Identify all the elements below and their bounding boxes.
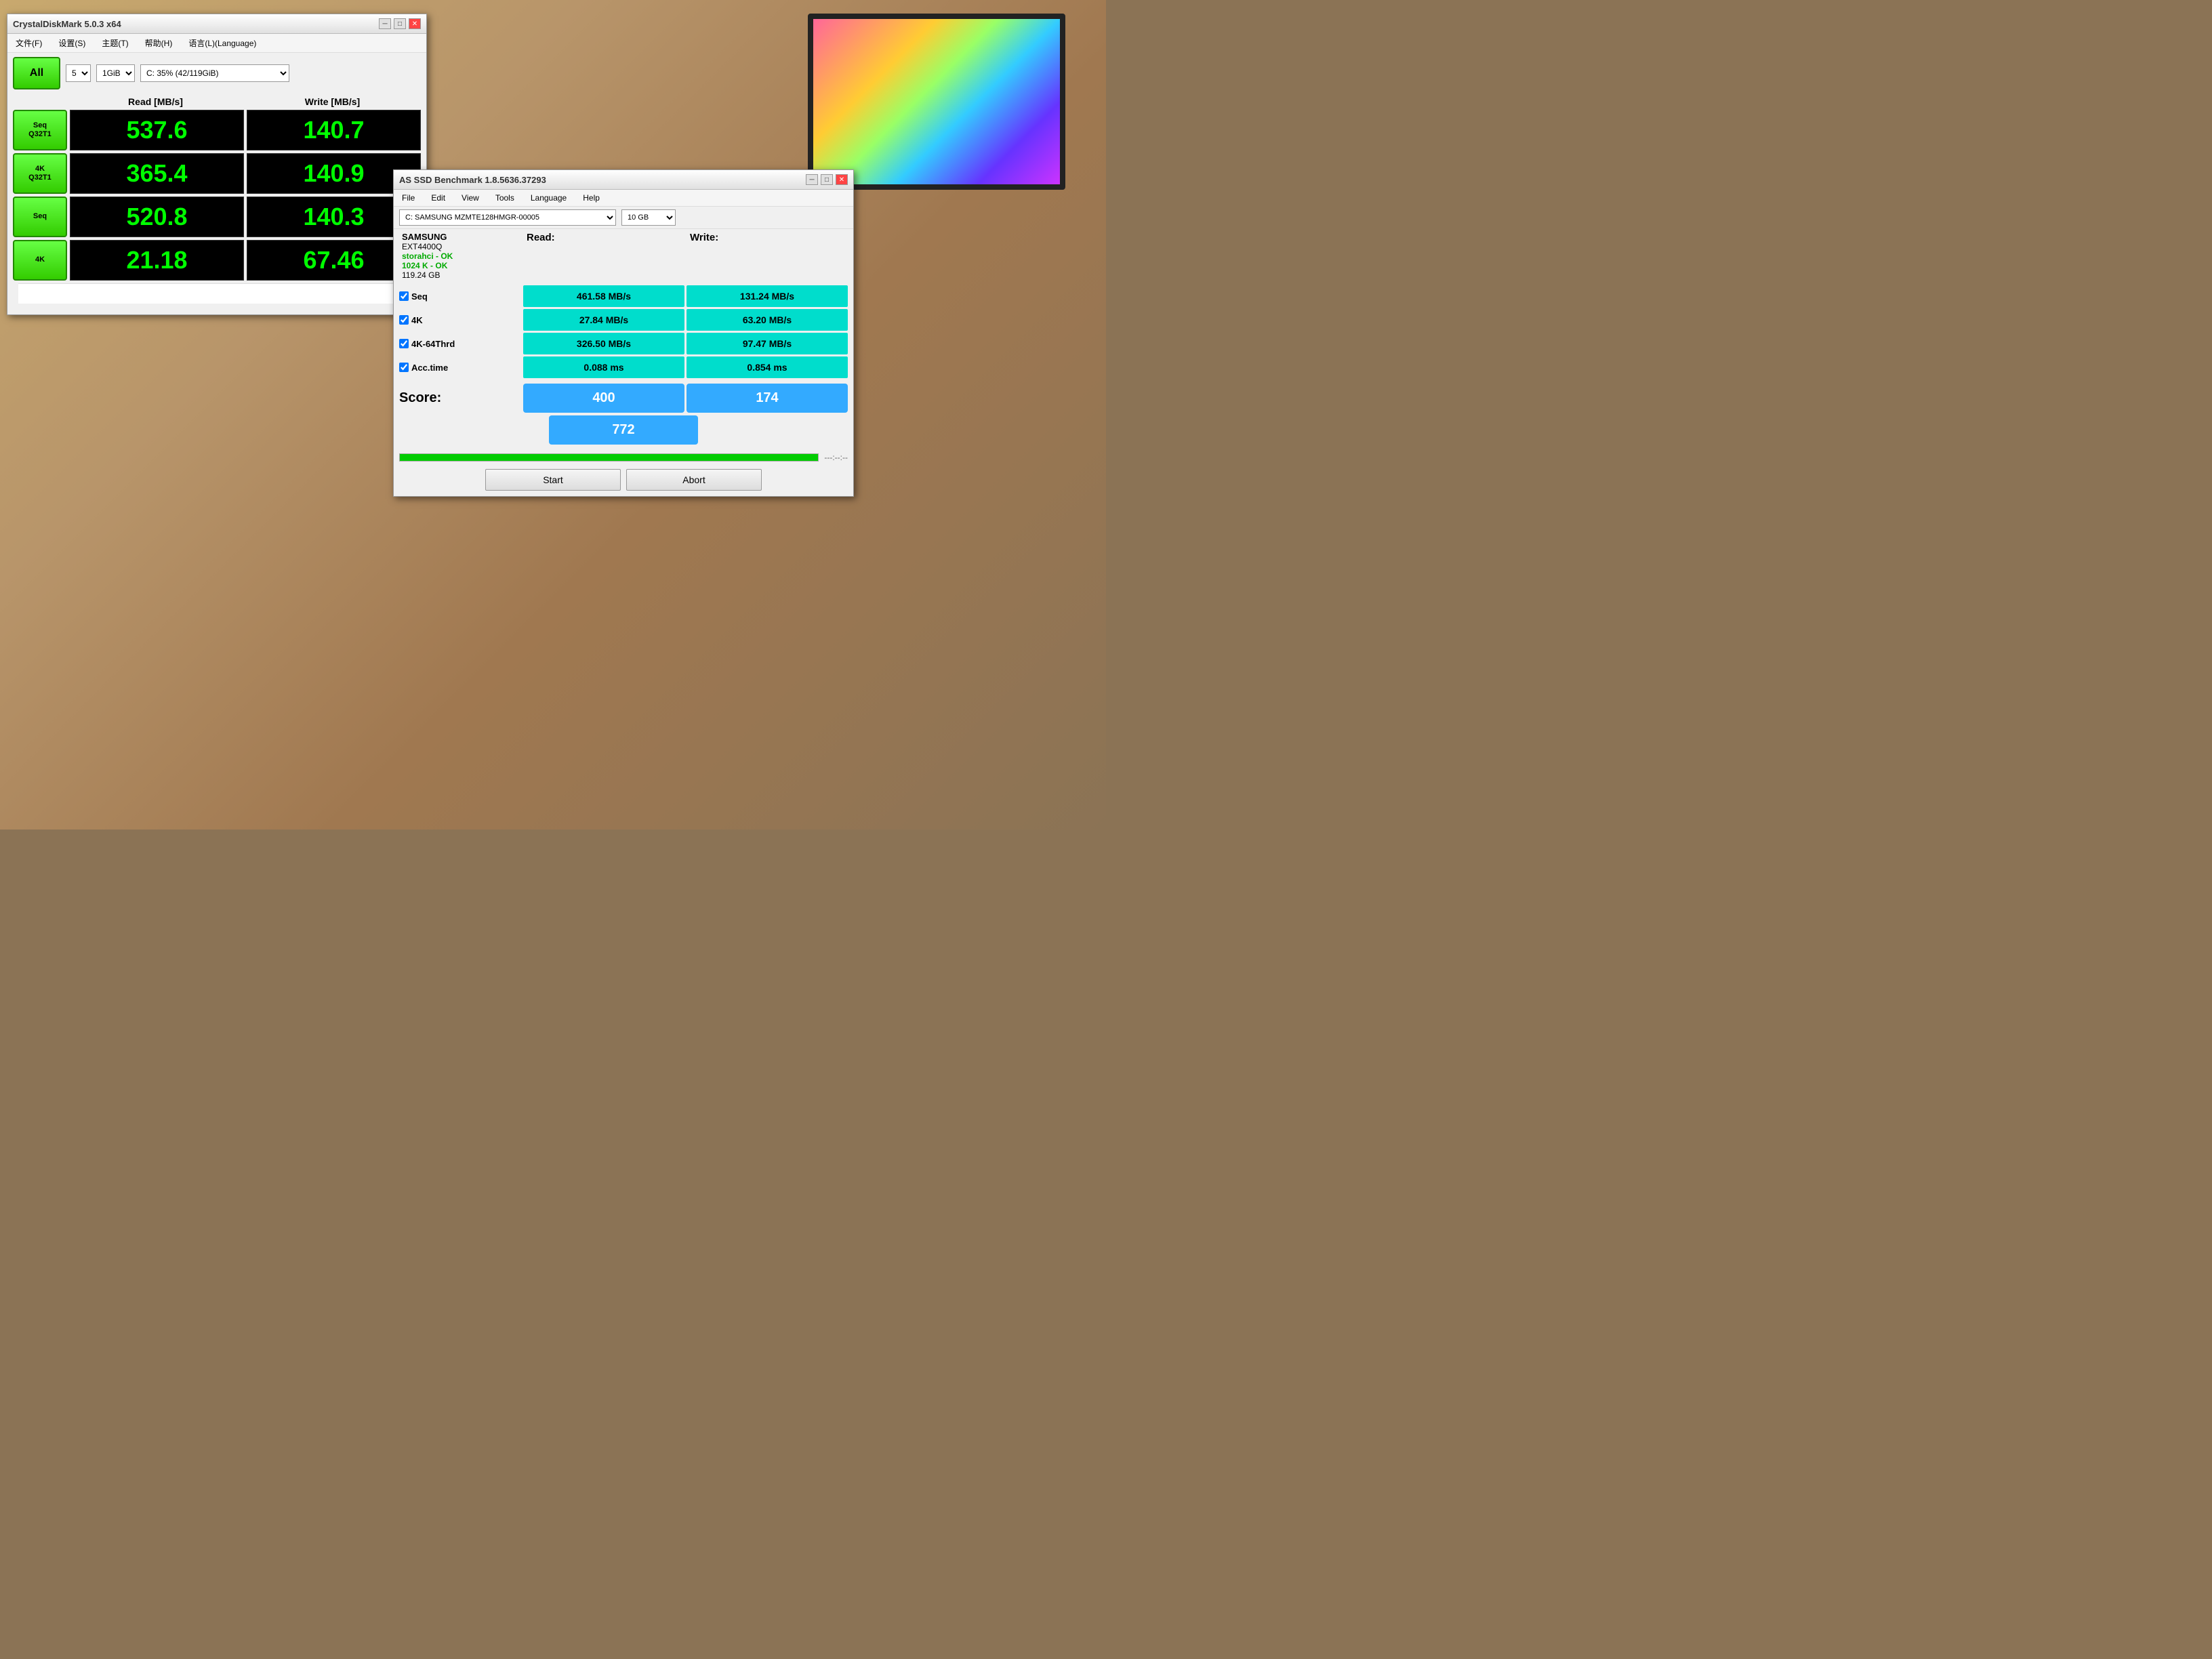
cdm-row-4k-q32t1: 4KQ32T1 365.4 140.9 <box>13 153 421 194</box>
cdm-4k-label[interactable]: 4K <box>13 240 67 281</box>
asssd-start-button[interactable]: Start <box>485 469 621 491</box>
asssd-window: AS SSD Benchmark 1.8.5636.37293 ─ □ ✕ Fi… <box>393 169 854 497</box>
asssd-bench-grid: Seq 461.58 MB/s 131.24 MB/s 4K 27.84 MB/… <box>394 285 853 384</box>
cdm-row-seq-q32t1: SeqQ32T1 537.6 140.7 <box>13 110 421 150</box>
asssd-acctime-label: Acc.time <box>399 356 521 378</box>
asssd-write-header: Write: <box>684 229 848 283</box>
cdm-results: Read [MB/s] Write [MB/s] SeqQ32T1 537.6 … <box>7 94 426 314</box>
cdm-size-select[interactable]: 1GiB <box>96 64 135 82</box>
asssd-device-model: EXT4400Q <box>402 242 518 251</box>
cdm-menu-help[interactable]: 帮助(H) <box>142 36 176 50</box>
cdm-maximize-button[interactable]: □ <box>394 18 406 29</box>
asssd-toolbar: C: SAMSUNG MZMTE128HMGR-00005 10 GB <box>394 207 853 229</box>
cdm-seq-label[interactable]: Seq <box>13 197 67 237</box>
asssd-score-row: Score: 400 174 <box>394 384 853 415</box>
asssd-progress-bar-fill <box>400 454 818 461</box>
asssd-progress-area: ---:--:-- <box>394 450 853 465</box>
asssd-maximize-button[interactable]: □ <box>821 174 833 185</box>
cdm-seq-q32t1-read: 537.6 <box>70 110 244 150</box>
asssd-progress-bar-container <box>399 453 819 462</box>
asssd-acctime-read: 0.088 ms <box>523 356 684 378</box>
asssd-window-controls: ─ □ ✕ <box>806 174 848 185</box>
cdm-titlebar: CrystalDiskMark 5.0.3 x64 ─ □ ✕ <box>7 14 426 34</box>
cdm-4k-q32t1-label[interactable]: 4KQ32T1 <box>13 153 67 194</box>
asssd-menu-help[interactable]: Help <box>580 192 602 204</box>
asssd-score-write: 174 <box>687 384 848 413</box>
asssd-total-row: 772 <box>394 415 853 450</box>
cdm-menu-settings[interactable]: 设置(S) <box>56 36 88 50</box>
asssd-info-top: SAMSUNG EXT4400Q storahci - OK 1024 K - … <box>394 229 853 285</box>
asssd-device-size: 119.24 GB <box>402 270 518 280</box>
laptop-screen-background <box>808 14 1065 190</box>
asssd-4k-checkbox[interactable] <box>399 315 409 325</box>
asssd-abort-button[interactable]: Abort <box>626 469 762 491</box>
cdm-menubar: 文件(F) 设置(S) 主题(T) 帮助(H) 语言(L)(Language) <box>7 34 426 53</box>
asssd-4k-read: 27.84 MB/s <box>523 309 684 331</box>
asssd-menu-file[interactable]: File <box>399 192 417 204</box>
asssd-score-read: 400 <box>523 384 684 413</box>
asssd-menu-edit[interactable]: Edit <box>428 192 448 204</box>
cdm-menu-theme[interactable]: 主题(T) <box>99 36 131 50</box>
asssd-cache-status: 1024 K - OK <box>402 261 518 270</box>
cdm-seq-q32t1-write: 140.7 <box>247 110 421 150</box>
asssd-time-display: ---:--:-- <box>824 453 848 462</box>
asssd-minimize-button[interactable]: ─ <box>806 174 818 185</box>
asssd-device-name: SAMSUNG <box>402 232 518 242</box>
cdm-count-select[interactable]: 5 <box>66 64 91 82</box>
asssd-device-info: SAMSUNG EXT4400Q storahci - OK 1024 K - … <box>399 229 521 283</box>
cdm-4k-read: 21.18 <box>70 240 244 281</box>
asssd-score-total: 772 <box>549 415 698 445</box>
cdm-row-seq: Seq 520.8 140.3 <box>13 197 421 237</box>
asssd-seq-label: Seq <box>399 285 521 307</box>
asssd-seq-checkbox[interactable] <box>399 291 409 301</box>
asssd-menu-view[interactable]: View <box>459 192 482 204</box>
cdm-title: CrystalDiskMark 5.0.3 x64 <box>13 19 121 29</box>
asssd-close-button[interactable]: ✕ <box>836 174 848 185</box>
asssd-titlebar: AS SSD Benchmark 1.8.5636.37293 ─ □ ✕ <box>394 170 853 190</box>
asssd-4k64thrd-read: 326.50 MB/s <box>523 333 684 354</box>
cdm-header-row: Read [MB/s] Write [MB/s] <box>13 96 421 107</box>
cdm-seq-read: 520.8 <box>70 197 244 237</box>
cdm-window-controls: ─ □ ✕ <box>379 18 421 29</box>
asssd-seq-read: 461.58 MB/s <box>523 285 684 307</box>
asssd-4k64thrd-write: 97.47 MB/s <box>687 333 848 354</box>
asssd-buttons: Start Abort <box>394 465 853 496</box>
cdm-bottom-area <box>18 283 415 304</box>
asssd-4k64thrd-checkbox[interactable] <box>399 339 409 348</box>
asssd-menubar: File Edit View Tools Language Help <box>394 190 853 207</box>
asssd-score-label: Score: <box>399 390 521 406</box>
asssd-acctime-checkbox[interactable] <box>399 363 409 372</box>
cdm-row-4k: 4K 21.18 67.46 <box>13 240 421 281</box>
asssd-acctime-write: 0.854 ms <box>687 356 848 378</box>
cdm-menu-language[interactable]: 语言(L)(Language) <box>186 36 259 50</box>
cdm-write-header: Write [MB/s] <box>244 96 421 107</box>
cdm-read-header: Read [MB/s] <box>67 96 244 107</box>
crystaldiskmark-window: CrystalDiskMark 5.0.3 x64 ─ □ ✕ 文件(F) 设置… <box>7 14 427 315</box>
cdm-all-button[interactable]: All <box>13 57 60 89</box>
asssd-4k-label: 4K <box>399 309 521 331</box>
cdm-toolbar: All 5 1GiB C: 35% (42/119GiB) <box>7 53 426 94</box>
asssd-drive-select[interactable]: C: SAMSUNG MZMTE128HMGR-00005 <box>399 209 616 226</box>
asssd-ahci-status: storahci - OK <box>402 251 518 261</box>
cdm-close-button[interactable]: ✕ <box>409 18 421 29</box>
asssd-menu-tools[interactable]: Tools <box>493 192 517 204</box>
cdm-4k-q32t1-read: 365.4 <box>70 153 244 194</box>
asssd-title: AS SSD Benchmark 1.8.5636.37293 <box>399 175 546 185</box>
cdm-minimize-button[interactable]: ─ <box>379 18 391 29</box>
asssd-menu-language[interactable]: Language <box>528 192 569 204</box>
asssd-read-header: Read: <box>521 229 684 283</box>
asssd-4k-write: 63.20 MB/s <box>687 309 848 331</box>
asssd-4k64thrd-label: 4K-64Thrd <box>399 333 521 354</box>
cdm-seq-q32t1-label[interactable]: SeqQ32T1 <box>13 110 67 150</box>
cdm-menu-file[interactable]: 文件(F) <box>13 36 45 50</box>
asssd-seq-write: 131.24 MB/s <box>687 285 848 307</box>
asssd-size-select[interactable]: 10 GB <box>621 209 676 226</box>
cdm-drive-select[interactable]: C: 35% (42/119GiB) <box>140 64 289 82</box>
